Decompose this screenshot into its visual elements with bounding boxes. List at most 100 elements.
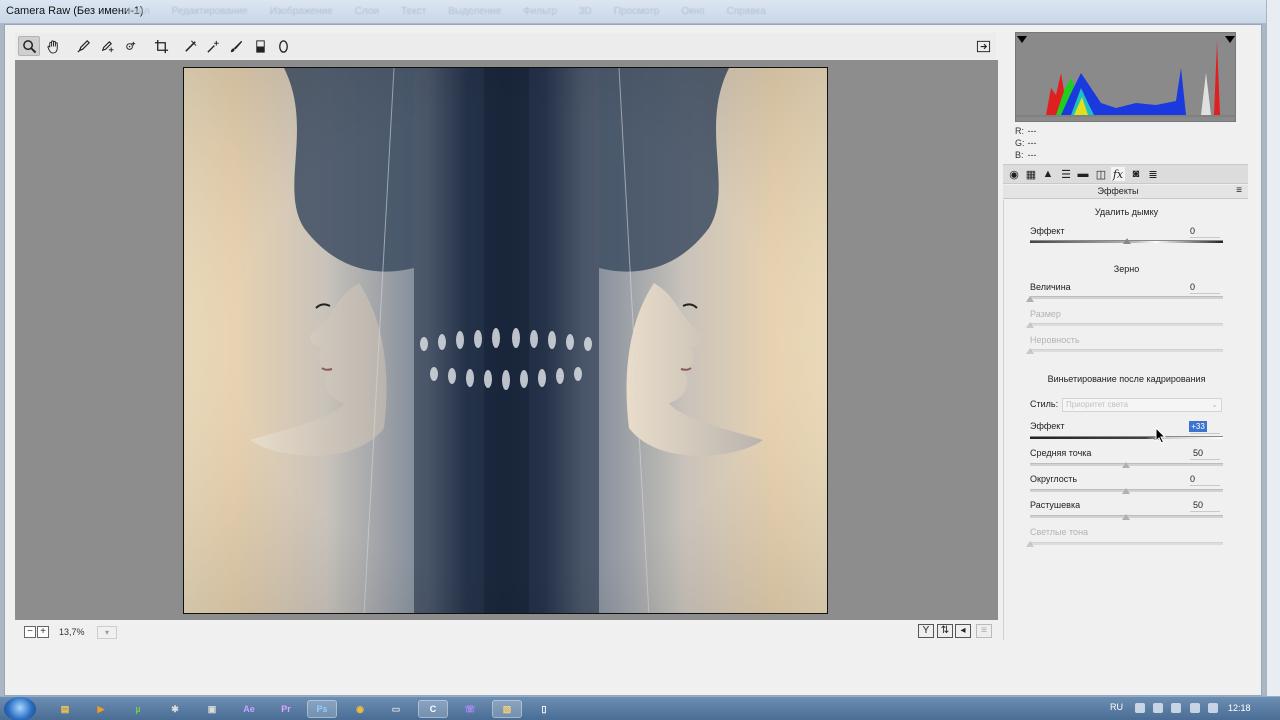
tray-icon[interactable] (1135, 703, 1145, 713)
grain-roughness-slider[interactable] (1030, 349, 1223, 352)
toggle-settings-icon[interactable]: ≡ (976, 624, 992, 638)
explorer-icon[interactable]: ▤ (50, 700, 80, 718)
media-player-icon[interactable]: ▶ (86, 700, 116, 718)
roundness-value[interactable]: 0 (1190, 474, 1220, 484)
start-button-icon[interactable] (4, 697, 36, 720)
chrome-icon[interactable]: ◉ (345, 700, 375, 718)
folder-icon[interactable]: ▧ (492, 700, 522, 718)
grain-size-thumb[interactable] (1026, 322, 1034, 328)
network-icon[interactable] (1153, 703, 1163, 713)
white-balance-tool-icon[interactable] (72, 36, 94, 56)
hand-tool-icon[interactable] (42, 36, 64, 56)
panel-tabs: ◉ ▦ ▲ ☰ ▬ ◫ fx ◙ ≣ (1003, 164, 1248, 184)
monitor-icon[interactable] (1190, 703, 1200, 713)
copy-settings-icon[interactable]: ◂ (955, 624, 971, 638)
b-value: --- (1027, 150, 1037, 160)
title-bar: Camera Raw (Без имени-1) Файл Редактиров… (0, 0, 1266, 24)
ghost-menu-item: Изображение (269, 6, 333, 17)
utorrent-icon[interactable]: µ (123, 700, 153, 718)
midpoint-label: Средняя точка (1030, 448, 1092, 458)
color-sampler-tool-icon[interactable] (95, 36, 117, 56)
spot-removal-tool-icon[interactable] (202, 36, 224, 56)
zoom-dropdown[interactable]: ▾ (97, 626, 117, 639)
feather-value[interactable]: 50 (1193, 500, 1223, 510)
zoom-in-button[interactable]: + (37, 626, 49, 638)
highlights-thumb[interactable] (1026, 541, 1034, 547)
highlights-slider[interactable] (1030, 542, 1223, 545)
ghost-menu-item: Окно (681, 6, 705, 17)
dehaze-section-title: Удалить дымку (1094, 207, 1159, 217)
highlights-label: Светлые тона (1030, 527, 1089, 537)
zoom-out-button[interactable]: − (24, 626, 36, 638)
grain-amount-thumb[interactable] (1026, 296, 1034, 302)
roundness-label: Округлость (1030, 474, 1078, 484)
midpoint-thumb[interactable] (1122, 462, 1130, 468)
background-menu-bar: Файл Редактирование Изображение Слои Тек… (125, 6, 766, 17)
vignette-style-select[interactable]: Приоритет света ⌄ (1062, 398, 1222, 412)
targeted-adjustment-tool-icon[interactable] (119, 36, 141, 56)
midpoint-value[interactable]: 50 (1193, 448, 1223, 458)
value-underline (1190, 293, 1220, 294)
graduated-filter-tool-icon[interactable] (249, 36, 271, 56)
ghost-menu-item: Слои (354, 6, 380, 17)
brush-tool-icon[interactable] (225, 36, 247, 56)
panel-header: Эффекты ≡ (1003, 185, 1248, 199)
language-indicator[interactable]: RU (1110, 702, 1123, 712)
volume-icon[interactable] (1208, 703, 1218, 713)
vignette-effect-value[interactable]: +33 (1189, 421, 1207, 432)
value-underline (1190, 485, 1220, 486)
ghost-menu-item: Просмотр (613, 6, 660, 17)
dehaze-value[interactable]: 0 (1190, 226, 1220, 236)
straighten-tool-icon[interactable] (179, 36, 201, 56)
camera-calibration-tab-icon[interactable]: ◙ (1129, 167, 1143, 181)
premiere-icon[interactable]: Pr (271, 700, 301, 718)
hsl-tab-icon[interactable]: ☰ (1059, 167, 1073, 181)
flag-icon[interactable] (1171, 703, 1181, 713)
taskbar: ▤ ▶ µ ✱ ▣ Ae Pr Ps ◉ ▭ C ☏ ▧ ▯ RU 12:18 (0, 696, 1280, 720)
feather-thumb[interactable] (1122, 514, 1130, 520)
ghost-menu-item: Редактирование (171, 6, 248, 17)
photoshop-icon[interactable]: Ps (307, 700, 337, 718)
effects-tab-icon[interactable]: fx (1111, 167, 1125, 181)
vignette-effect-label: Эффект (1030, 421, 1065, 431)
grain-roughness-thumb[interactable] (1026, 348, 1034, 354)
basic-tab-icon[interactable]: ◉ (1007, 167, 1021, 181)
ghost-menu-item: Текст (401, 6, 427, 17)
vignette-style-value: Приоритет света (1066, 400, 1129, 409)
value-underline (1190, 511, 1220, 512)
window-icon[interactable]: ▭ (381, 700, 411, 718)
grain-size-slider[interactable] (1030, 323, 1223, 326)
value-underline (1190, 433, 1220, 434)
notepad-icon[interactable]: ▯ (529, 700, 559, 718)
panel-menu-icon[interactable]: ≡ (1236, 185, 1242, 196)
after-effects-icon[interactable]: Ae (234, 700, 264, 718)
preview-image (183, 67, 828, 614)
tone-curve-tab-icon[interactable]: ▦ (1024, 167, 1038, 181)
dehaze-slider-thumb[interactable] (1122, 238, 1131, 244)
detail-tab-icon[interactable]: ▲ (1041, 167, 1055, 181)
swap-settings-icon[interactable]: ⇅ (937, 624, 953, 638)
vignette-style-label: Стиль: (1030, 399, 1059, 409)
vignette-effect-slider[interactable] (1030, 436, 1223, 439)
before-after-view-icon[interactable]: Y (918, 624, 934, 638)
presets-tab-icon[interactable]: ≣ (1146, 167, 1160, 181)
effects-panel: Удалить дымку Эффект 0 Зерно Величина 0 … (1003, 200, 1248, 640)
zoom-tool-icon[interactable] (18, 36, 40, 56)
preferences-icon[interactable] (972, 36, 994, 56)
grain-amount-value[interactable]: 0 (1190, 282, 1220, 292)
grain-section-title: Зерно (1113, 264, 1140, 274)
ccleaner-icon[interactable]: C (418, 700, 448, 718)
viber-icon[interactable]: ☏ (455, 700, 485, 718)
crop-tool-icon[interactable] (150, 36, 172, 56)
radial-filter-tool-icon[interactable] (272, 36, 294, 56)
grain-amount-slider[interactable] (1030, 296, 1223, 299)
value-underline (1190, 459, 1220, 460)
split-toning-tab-icon[interactable]: ▬ (1076, 167, 1090, 181)
roundness-thumb[interactable] (1122, 488, 1130, 494)
lens-corrections-tab-icon[interactable]: ◫ (1094, 167, 1108, 181)
terminal-icon[interactable]: ▣ (197, 700, 227, 718)
clock: 12:18 (1228, 703, 1251, 713)
grain-size-label: Размер (1030, 309, 1061, 319)
ghost-menu-item: Выделение (448, 6, 502, 17)
app-icon[interactable]: ✱ (160, 700, 190, 718)
